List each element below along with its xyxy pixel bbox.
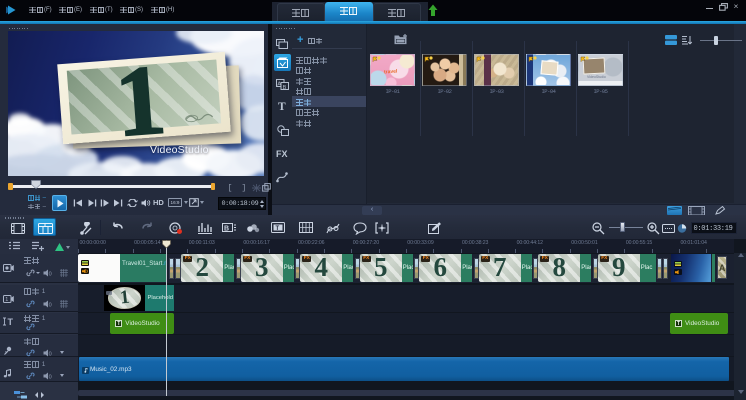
svg-text:A: A — [277, 81, 281, 87]
svg-text:0: 0 — [49, 351, 52, 357]
svg-text:T: T — [8, 317, 14, 326]
svg-text:B: B — [224, 225, 229, 232]
svg-text:T: T — [276, 226, 280, 232]
svg-text:1: 1 — [5, 297, 8, 303]
svg-text:0: 0 — [49, 302, 52, 308]
svg-text:0: 0 — [49, 374, 52, 380]
svg-text:B: B — [283, 85, 287, 90]
svg-text:0: 0 — [49, 271, 52, 277]
